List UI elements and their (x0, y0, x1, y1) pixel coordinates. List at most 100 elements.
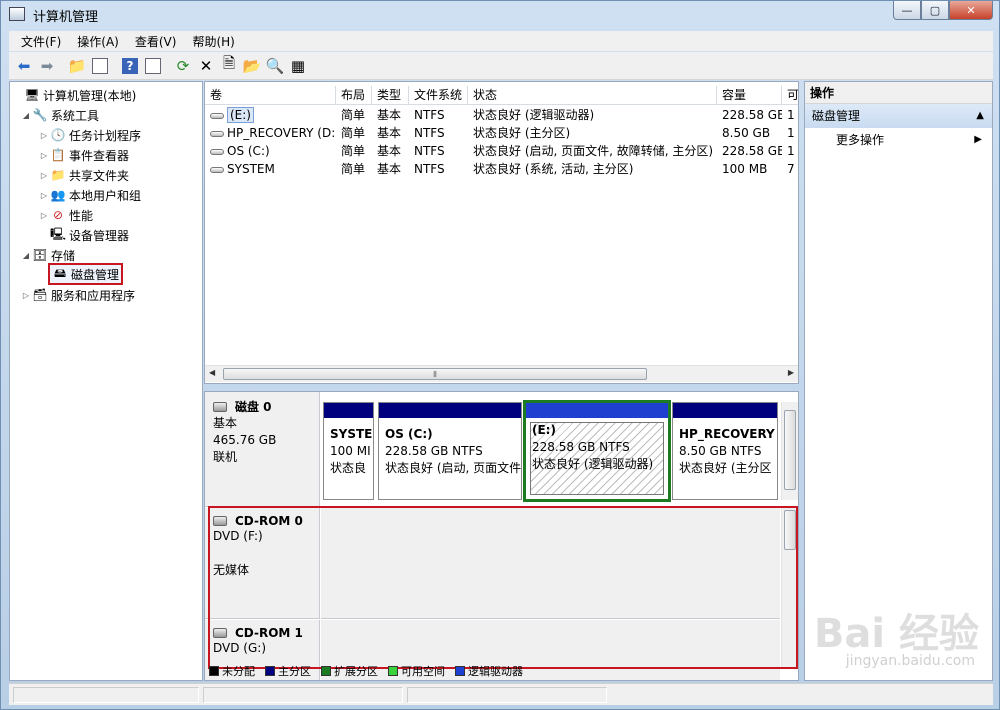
computer-icon: 🖥 (24, 88, 40, 102)
help-icon[interactable]: ? (119, 55, 141, 77)
tree-item-shared-folders[interactable]: ▷ 📁 共享文件夹 (38, 166, 129, 184)
menu-view[interactable]: 查看(V) (127, 33, 185, 50)
collapsed-arrow-icon[interactable]: ▷ (38, 191, 50, 200)
actions-header: 操作 (805, 82, 992, 104)
tree-item-system-tools[interactable]: ◢ 🔧 系统工具 (20, 106, 99, 124)
menu-help[interactable]: 帮助(H) (184, 33, 242, 50)
column-header-filesystem[interactable]: 文件系统 (409, 86, 468, 105)
table-row[interactable]: SYSTEM 简单 基本 NTFS 状态良好 (系统, 活动, 主分区) 100… (205, 160, 798, 178)
properties-icon[interactable]: 🗎 (218, 54, 240, 77)
cdrom-vertical-scrollbar[interactable] (781, 508, 798, 668)
collapsed-arrow-icon[interactable]: ▷ (20, 291, 32, 300)
computer-management-icon (9, 7, 25, 21)
drive-icon (210, 112, 224, 119)
settings-icon[interactable]: ▦ (287, 55, 309, 77)
hard-disk-icon (213, 401, 227, 412)
partition-os-c[interactable]: OS (C:) 228.58 GB NTFS 状态良好 (启动, 页面文件 (378, 402, 522, 500)
scrollbar-thumb[interactable] (784, 510, 796, 550)
collapsed-arrow-icon[interactable]: ▷ (38, 211, 50, 220)
performance-icon: ⊘ (52, 208, 64, 222)
tree-item-device-manager[interactable]: 🖳 设备管理器 (38, 226, 129, 244)
legend-unallocated: 未分配 (209, 663, 255, 679)
tree-item-performance[interactable]: ▷ ⊘ 性能 (38, 206, 93, 224)
table-row[interactable]: OS (C:) 简单 基本 NTFS 状态良好 (启动, 页面文件, 故障转储,… (205, 142, 798, 160)
collapsed-arrow-icon[interactable]: ▷ (38, 151, 50, 160)
close-button[interactable]: ✕ (949, 1, 993, 20)
scroll-right-arrow-icon[interactable]: ▶ (788, 368, 794, 377)
toolbar: ⬅ ➡ 📁 ? ⟳ ✕ 🗎 📂 🔍 ▦ (9, 52, 993, 80)
legend-logical: 逻辑驱动器 (455, 663, 523, 679)
search-icon[interactable]: 🔍 (264, 55, 286, 77)
disk-layout-panel: 磁盘 0 基本 465.76 GB 联机 SYSTE 100 MI 状态良 OS (… (204, 391, 799, 681)
menu-bar: 文件(F) 操作(A) 查看(V) 帮助(H) (9, 31, 993, 51)
column-header-free[interactable]: 可 (782, 86, 798, 105)
cdrom-0-body[interactable] (321, 508, 780, 619)
volume-list: 卷 布局 类型 文件系统 状态 容量 可 (E:) 简单 基本 NTFS 状态良… (204, 81, 799, 384)
tree-item-event-viewer[interactable]: ▷ 📋 事件查看器 (38, 146, 129, 164)
partition-system[interactable]: SYSTE 100 MI 状态良 (323, 402, 374, 500)
status-bar (9, 683, 993, 705)
horizontal-scrollbar[interactable]: ◀ ⦀ ▶ (205, 365, 798, 382)
tree-item-computer-management[interactable]: 🖥 计算机管理(本地) (12, 86, 136, 104)
disk-vertical-scrollbar[interactable] (781, 402, 798, 500)
legend-primary: 主分区 (265, 663, 311, 679)
expanded-arrow-icon[interactable]: ◢ (20, 251, 32, 260)
tree-item-disk-management[interactable]: 🖴 磁盘管理 (47, 263, 124, 285)
cd-drive-icon (213, 516, 227, 526)
menu-action[interactable]: 操作(A) (69, 33, 127, 50)
storage-icon: 🗄 (32, 248, 48, 262)
disk-management-icon: 🖴 (53, 265, 67, 280)
shared-folder-icon: 📁 (50, 168, 66, 182)
drive-icon (210, 148, 224, 155)
forward-icon[interactable]: ➡ (36, 55, 58, 77)
event-viewer-icon: 📋 (50, 148, 66, 162)
menu-file[interactable]: 文件(F) (13, 33, 69, 50)
tree-item-storage[interactable]: ◢ 🗄 存储 (20, 246, 75, 264)
navigation-tree: 🖥 计算机管理(本地) ◢ 🔧 系统工具 ▷ 🕓 任务计划程序 ▷ 📋 事件查看器 ▷ 📁 共享文… (9, 81, 203, 681)
scroll-left-arrow-icon[interactable]: ◀ (209, 368, 215, 377)
show-hide-action-pane-icon[interactable] (142, 55, 164, 77)
device-manager-icon: 🖳 (50, 226, 67, 241)
column-header-type[interactable]: 类型 (372, 86, 409, 105)
maximize-button[interactable]: ▢ (921, 1, 949, 20)
drive-icon (210, 130, 224, 137)
column-header-volume[interactable]: 卷 (205, 86, 336, 105)
minimize-button[interactable]: — (893, 1, 921, 20)
main-window: 计算机管理 — ▢ ✕ 文件(F) 操作(A) 查看(V) 帮助(H) ⬅ ➡ … (0, 0, 1000, 710)
collapsed-arrow-icon[interactable]: ▷ (38, 131, 50, 140)
more-actions-item[interactable]: 更多操作 ▶ (805, 128, 992, 152)
scrollbar-thumb[interactable]: ⦀ (223, 368, 647, 380)
scrollbar-thumb[interactable] (784, 410, 796, 490)
volume-list-header: 卷 布局 类型 文件系统 状态 容量 可 (205, 86, 798, 105)
up-folder-icon[interactable]: 📁 (66, 55, 88, 77)
users-icon: 👥 (50, 188, 66, 202)
cdrom-0-label[interactable]: CD-ROM 0 DVD (F:) 无媒体 (205, 508, 320, 619)
disk-0-label[interactable]: 磁盘 0 基本 465.76 GB 联机 (205, 392, 320, 507)
column-header-capacity[interactable]: 容量 (717, 86, 782, 105)
partition-e[interactable]: (E:) 228.58 GB NTFS 状态良好 (逻辑驱动器) (523, 400, 671, 502)
table-row[interactable]: (E:) 简单 基本 NTFS 状态良好 (逻辑驱动器) 228.58 GB 1 (205, 106, 798, 124)
submenu-arrow-icon: ▶ (974, 134, 982, 145)
tree-item-local-users-groups[interactable]: ▷ 👥 本地用户和组 (38, 186, 141, 204)
table-row[interactable]: HP_RECOVERY (D:) 简单 基本 NTFS 状态良好 (主分区) 8… (205, 124, 798, 142)
disk-0-partitions: SYSTE 100 MI 状态良 OS (C:) 228.58 GB NTFS 状态良好… (321, 392, 780, 507)
expanded-arrow-icon[interactable]: ◢ (20, 111, 32, 120)
title-bar[interactable]: 计算机管理 — ▢ ✕ (1, 1, 999, 29)
refresh-icon[interactable]: ⟳ (172, 55, 194, 77)
collapse-arrow-icon[interactable]: ▲ (976, 104, 984, 128)
actions-section-disk-management[interactable]: 磁盘管理 ▲ (805, 104, 992, 128)
tools-icon: 🔧 (32, 108, 48, 122)
partition-hp-recovery[interactable]: HP_RECOVERY 8.50 GB NTFS 状态良好 (主分区 (672, 402, 778, 500)
collapsed-arrow-icon[interactable]: ▷ (38, 171, 50, 180)
services-icon: 🗃 (32, 288, 48, 302)
delete-icon[interactable]: ✕ (195, 55, 217, 77)
show-hide-tree-icon[interactable] (89, 55, 111, 77)
window-title: 计算机管理 (33, 10, 99, 25)
column-header-layout[interactable]: 布局 (336, 86, 372, 105)
disk-legend: 未分配 主分区 扩展分区 可用空间 逻辑驱动器 (209, 663, 533, 679)
tree-item-services-applications[interactable]: ▷ 🗃 服务和应用程序 (20, 286, 135, 304)
back-icon[interactable]: ⬅ (13, 55, 35, 77)
column-header-status[interactable]: 状态 (468, 86, 717, 105)
tree-item-task-scheduler[interactable]: ▷ 🕓 任务计划程序 (38, 126, 141, 144)
open-folder-icon[interactable]: 📂 (241, 55, 263, 77)
